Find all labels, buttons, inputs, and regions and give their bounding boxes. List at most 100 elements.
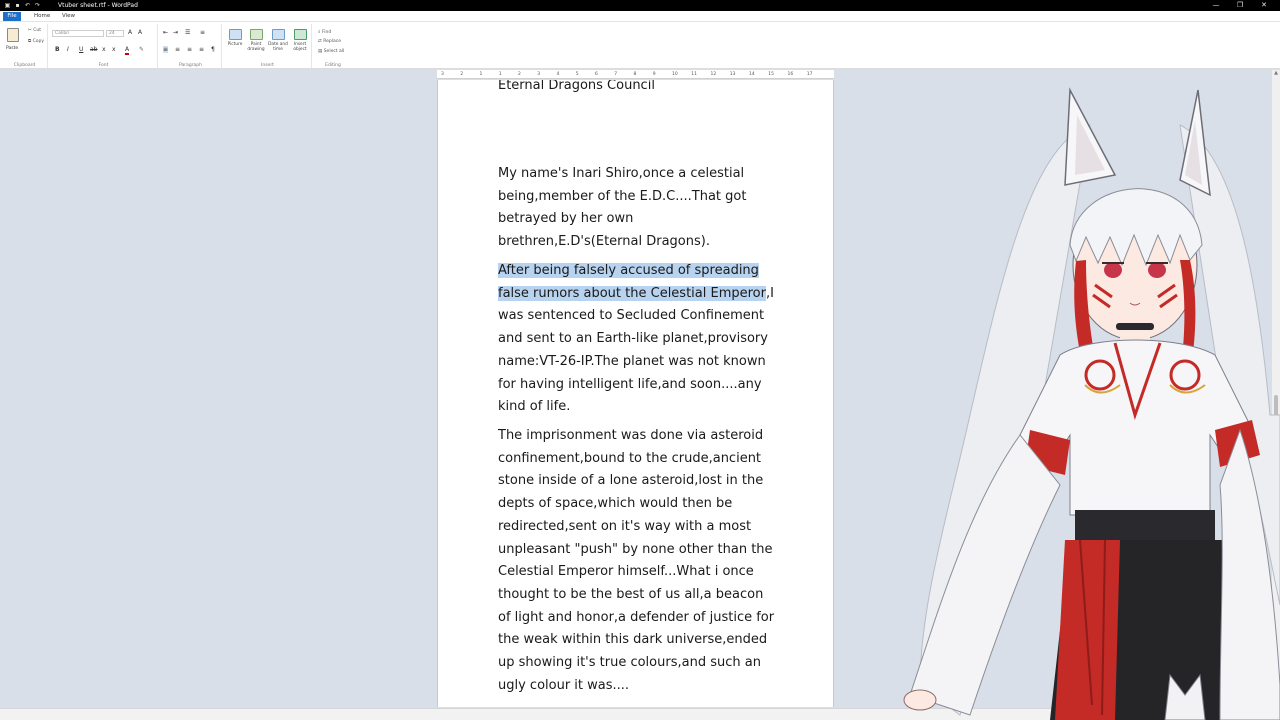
paint-drawing-label: Paint drawing (247, 42, 265, 52)
paint-drawing-icon (249, 29, 263, 40)
wordpad-icon: ▣ (4, 2, 11, 9)
align-center-icon[interactable]: ≡ (175, 46, 180, 53)
find-button[interactable]: ⌕ Find (318, 29, 331, 35)
copy-label: Copy (32, 39, 45, 44)
editing-group-label: Editing (325, 63, 341, 68)
ruler-tick: 12 (710, 72, 717, 77)
paint-drawing-button[interactable]: Paint drawing (246, 29, 266, 52)
minimize-button[interactable]: — (1204, 0, 1228, 11)
select-all-button[interactable]: ▤ Select all (318, 49, 344, 54)
ruler-tick: 8 (633, 72, 637, 77)
undo-icon[interactable]: ↶ (24, 2, 31, 9)
date-time-label: Date and time (268, 42, 288, 52)
select-all-label: Select all (323, 49, 345, 54)
picture-label: Picture (227, 42, 243, 47)
window-title: Vtuber sheet.rtf - WordPad (58, 2, 138, 9)
text-color-icon[interactable]: A (125, 46, 130, 55)
find-label: Find (321, 30, 332, 35)
date-time-button[interactable]: Date and time (268, 29, 288, 52)
ruler-tick: 1 (479, 72, 483, 77)
clipboard-group: Paste ✂ Cut ⧉ Copy Clipboard (2, 24, 48, 68)
underline-icon[interactable]: U (79, 46, 83, 53)
insert-group-label: Insert (261, 63, 274, 68)
italic-icon[interactable]: I (67, 46, 69, 53)
strikethrough-icon[interactable]: ab (90, 46, 98, 53)
ruler-tick: 17 (806, 72, 813, 77)
superscript-icon[interactable]: x (112, 46, 116, 53)
ruler-tick: 3 (441, 72, 444, 77)
decrease-indent-icon[interactable]: ⇤ (163, 29, 168, 36)
ruler-tick: 7 (614, 72, 618, 77)
ruler-tick: 9 (652, 72, 656, 77)
insert-group: Picture Paint drawing Date and time Inse… (224, 24, 312, 68)
ruler-tick: 13 (729, 72, 736, 77)
paragraph-icon[interactable]: ¶ (211, 46, 215, 53)
ruler-tick: 3 (537, 72, 541, 77)
insert-object-button[interactable]: Insert object (290, 29, 310, 52)
highlight-icon[interactable]: ✎ (139, 46, 144, 53)
font-size-select[interactable]: 24 (106, 30, 124, 37)
line-spacing-icon[interactable]: ≡ (200, 29, 205, 36)
font-group: Calibri 24 A A B I U ab x x A ✎ Font (50, 24, 158, 68)
ruler-tick: 4 (556, 72, 560, 77)
increase-indent-icon[interactable]: ⇥ (173, 29, 178, 36)
ruler-tick: 10 (672, 72, 678, 77)
cut-button[interactable]: ✂ Cut (28, 28, 41, 33)
tab-file[interactable]: File (3, 12, 21, 21)
insert-object-label: Insert object (293, 42, 307, 52)
window-controls: — ❐ ✕ (1204, 0, 1276, 11)
maximize-button[interactable]: ❐ (1228, 0, 1252, 11)
ruler-tick: 2 (460, 72, 464, 77)
ruler-tick: 1 (498, 72, 502, 77)
object-icon (293, 29, 307, 40)
title-bar: ▣ ▪ ↶ ↷ Vtuber sheet.rtf - WordPad — ❐ ✕ (0, 0, 1280, 11)
document-page[interactable]: Eternal Dragons Council My name's Inari … (437, 80, 834, 707)
calendar-icon (271, 29, 285, 40)
ruler[interactable]: 3 2 1 1 2 3 4 5 6 7 8 9 10 11 12 13 14 15 16 17 (437, 70, 834, 79)
cut-label: Cut (33, 28, 41, 33)
ribbon: Paste ✂ Cut ⧉ Copy Clipboard Calibri 24 … (0, 22, 1280, 69)
ruler-tick: 14 (749, 72, 755, 77)
ruler-tick: 11 (691, 72, 697, 77)
picture-button[interactable]: Picture (225, 29, 245, 47)
quick-access-toolbar: ▣ ▪ ↶ ↷ (4, 2, 41, 9)
grow-font-icon[interactable]: A (128, 29, 132, 36)
clipboard-group-label: Clipboard (13, 63, 36, 68)
ruler-tick: 2 (518, 72, 521, 77)
align-right-icon[interactable]: ≡ (187, 46, 192, 53)
paragraph-1: My name's Inari Shiro,once a celestial b… (498, 166, 747, 250)
replace-button[interactable]: ⇄ Replace (318, 39, 341, 44)
document-heading: Eternal Dragons Council (498, 80, 655, 93)
paste-button[interactable]: Paste (6, 46, 18, 51)
paragraph-2-rest: ,I was sentenced to Secluded Confinement… (498, 285, 774, 415)
vtuber-avatar (903, 87, 1280, 720)
justify-icon[interactable]: ≡ (199, 46, 204, 53)
picture-icon (228, 29, 242, 40)
editing-group: ⌕ Find ⇄ Replace ▤ Select all Editing (314, 24, 352, 68)
tab-view[interactable]: View (58, 12, 79, 21)
ruler-tick: 15 (768, 72, 774, 77)
list-icon[interactable]: ☰ (185, 29, 190, 36)
replace-label: Replace (323, 39, 342, 44)
shrink-font-icon[interactable]: A (138, 29, 142, 36)
paragraph-2: After being falsely accused of spreading… (498, 260, 778, 419)
bold-icon[interactable]: B (55, 46, 60, 53)
paragraph-3: The imprisonment was done via asteroid c… (498, 428, 775, 693)
paragraph-group: ⇤ ⇥ ☰ ≡ ≡ ≡ ≡ ≡ ¶ Paragraph (160, 24, 222, 68)
save-icon[interactable]: ▪ (14, 2, 21, 9)
font-group-label: Font (98, 63, 109, 68)
paragraph-group-label: Paragraph (178, 63, 203, 68)
align-left-icon[interactable]: ≡ (163, 46, 169, 53)
copy-button[interactable]: ⧉ Copy (28, 38, 44, 44)
tab-home[interactable]: Home (30, 12, 54, 21)
paste-icon[interactable] (7, 28, 19, 42)
ribbon-tabs: File Home View (0, 11, 1280, 22)
selected-text: After being falsely accused of spreading… (498, 263, 766, 301)
ruler-tick: 16 (787, 72, 794, 77)
redo-icon[interactable]: ↷ (34, 2, 41, 9)
close-button[interactable]: ✕ (1252, 0, 1276, 11)
subscript-icon[interactable]: x (102, 46, 106, 53)
font-family-select[interactable]: Calibri (52, 30, 104, 37)
ruler-tick: 6 (595, 72, 598, 77)
scroll-up-icon[interactable]: ▲ (1272, 70, 1280, 78)
